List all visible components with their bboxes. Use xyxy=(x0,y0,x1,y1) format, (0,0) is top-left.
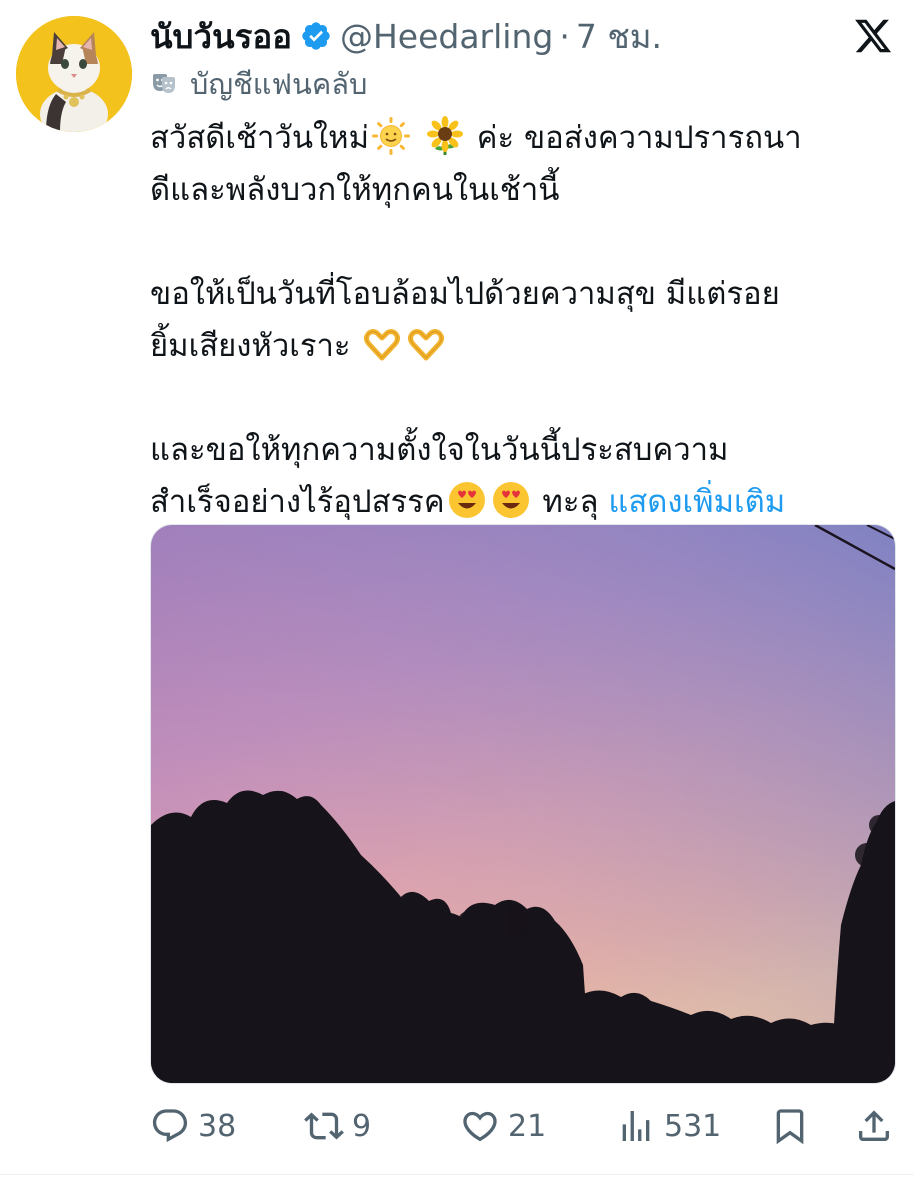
like-count: 21 xyxy=(508,1108,547,1144)
text-line: ดีและพลังบวกให้ทุกคนในเช้านี้ xyxy=(150,172,560,208)
text-segment: สำเร็จอย่างไร้อุปสรรค xyxy=(150,484,445,520)
show-more-link[interactable]: แสดงเพิ่มเติม xyxy=(608,484,785,520)
text-segment: สวัสดีเช้าวันใหม่ xyxy=(150,120,370,156)
bookmark-button[interactable] xyxy=(770,1100,818,1152)
views-button[interactable]: 531 xyxy=(616,1100,721,1152)
share-button[interactable] xyxy=(854,1100,902,1152)
text-line: ยิ้มเสียงหัวเราะ xyxy=(150,320,900,372)
text-line: และขอให้ทุกความตั้งใจในวันนี้ประสบความ xyxy=(150,432,729,468)
action-bar: 38 9 21 531 xyxy=(150,1100,894,1152)
view-count: 531 xyxy=(664,1108,722,1144)
performing-arts-masks-icon xyxy=(153,74,175,93)
heart-icon xyxy=(463,1111,497,1142)
repost-icon xyxy=(304,1112,344,1140)
text-segment: ยิ้มเสียงหัวเราะ xyxy=(150,328,351,364)
heart-hands-emoji-icon xyxy=(364,329,401,361)
divider xyxy=(0,1174,914,1175)
tweet: นับวันรออ @Heedarling · 7 ชม. บัญชีแฟนคล… xyxy=(0,0,914,1200)
sunflower-emoji-icon xyxy=(426,116,463,155)
heart-eyes-emoji-icon xyxy=(448,482,485,518)
text-line: สำเร็จอย่างไร้อุปสรรค ทะลุ แสดงเพิ่มเติม xyxy=(150,476,900,528)
fan-account-text: บัญชีแฟนคลับ xyxy=(190,67,368,101)
heart-eyes-emoji-icon xyxy=(492,482,529,518)
tweet-header: นับวันรออ @Heedarling · 7 ชม. xyxy=(150,12,662,60)
fan-account-label: บัญชีแฟนคลับ xyxy=(150,64,367,104)
reply-count: 38 xyxy=(198,1108,237,1144)
reply-icon xyxy=(152,1109,188,1143)
views-chart-icon xyxy=(622,1111,650,1141)
verified-badge-icon[interactable] xyxy=(300,20,332,52)
repost-button[interactable]: 9 xyxy=(304,1100,371,1152)
display-name[interactable]: นับวันรออ xyxy=(150,10,292,63)
repost-count: 9 xyxy=(352,1108,372,1144)
separator-dot: · xyxy=(559,16,570,56)
like-button[interactable]: 21 xyxy=(460,1100,546,1152)
timestamp[interactable]: 7 ชม. xyxy=(576,10,662,63)
bookmark-icon xyxy=(776,1109,804,1145)
text-line: ขอให้เป็นวันที่โอบล้อมไปด้วยความสุข มีแต… xyxy=(150,276,780,312)
text-segment: ค่ะ ขอส่งความปรารถนา xyxy=(476,120,802,156)
avatar[interactable] xyxy=(16,16,132,132)
sunset-sky-photo xyxy=(151,525,895,1083)
x-logo-icon[interactable] xyxy=(853,16,893,56)
text-line: สวัสดีเช้าวันใหม่ ค่ะ ขอส่งความปรารถนา xyxy=(150,112,900,164)
cat-avatar-image xyxy=(16,16,132,132)
text-segment: ทะลุ xyxy=(542,484,599,520)
heart-hands-emoji-icon xyxy=(408,329,445,361)
tweet-text: สวัสดีเช้าวันใหม่ ค่ะ ขอส่งความปรารถนา ด… xyxy=(150,112,900,528)
tweet-photo[interactable] xyxy=(150,524,896,1084)
share-icon xyxy=(859,1110,889,1141)
reply-button[interactable]: 38 xyxy=(150,1100,236,1152)
user-handle[interactable]: @Heedarling xyxy=(340,17,553,56)
sun-with-face-emoji-icon xyxy=(372,117,411,155)
